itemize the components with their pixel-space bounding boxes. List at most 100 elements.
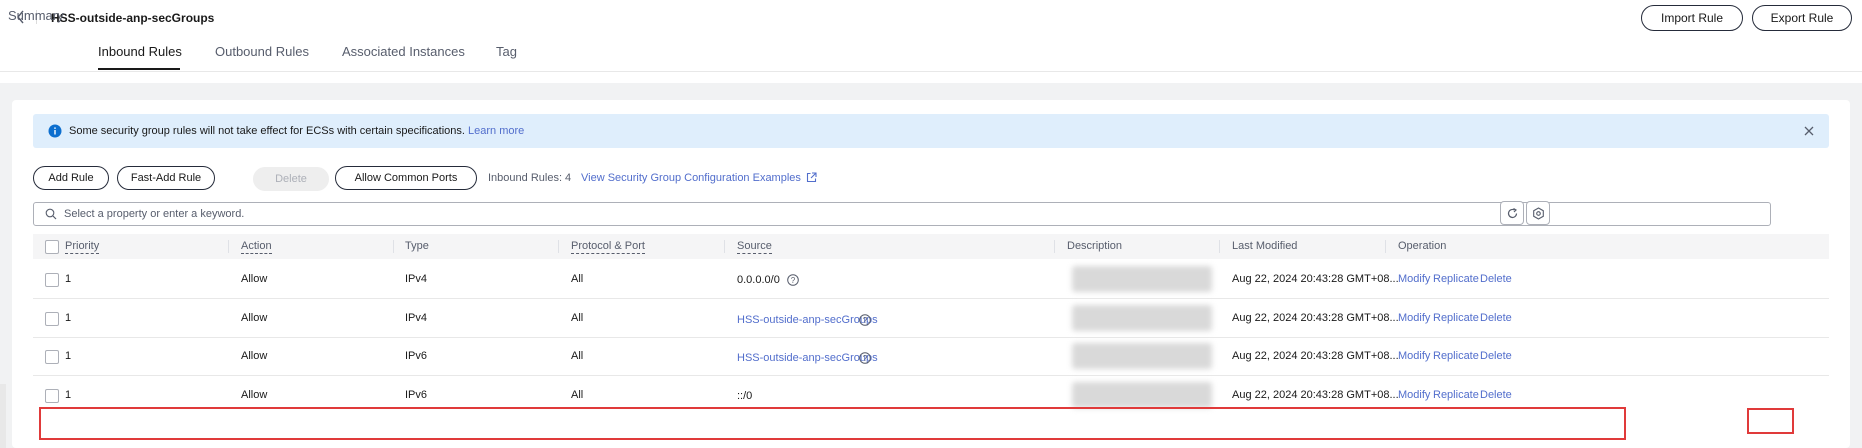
help-icon[interactable]: ? [787, 274, 799, 286]
protocol-cell: All [571, 273, 584, 285]
column-priority[interactable]: Priority [65, 240, 100, 254]
priority-cell: 1 [65, 273, 72, 285]
tab-inbound-rules[interactable]: Inbound Rules [98, 44, 182, 59]
column-type: Type [405, 240, 429, 252]
delete-link[interactable]: Delete [1480, 389, 1512, 401]
source-cell: ::/0 [737, 390, 753, 402]
import-rule-button[interactable]: Import Rule [1641, 5, 1743, 31]
active-tab-indicator [98, 68, 180, 70]
delete-link[interactable]: Delete [1480, 312, 1512, 324]
modify-link[interactable]: Modify [1398, 389, 1430, 401]
row-checkbox[interactable] [45, 350, 59, 364]
action-cell: Allow [241, 273, 268, 285]
rules-card: Some security group rules will not take … [12, 100, 1850, 448]
column-protocol-port[interactable]: Protocol & Port [571, 240, 645, 254]
column-separator [228, 240, 229, 253]
last-modified-cell: Aug 22, 2024 20:43:28 GMT+08... [1232, 273, 1399, 285]
last-modified-cell: Aug 22, 2024 20:43:28 GMT+08... [1232, 350, 1399, 362]
protocol-cell: All [571, 389, 584, 401]
column-action[interactable]: Action [241, 240, 272, 254]
tab-associated-instances[interactable]: Associated Instances [342, 44, 465, 59]
type-cell: IPv4 [405, 312, 428, 324]
table-header: Priority Action Type Protocol & Port Sou… [33, 234, 1829, 259]
row-checkbox[interactable] [45, 312, 59, 326]
column-last-modified: Last Modified [1232, 240, 1298, 252]
protocol-cell: All [571, 350, 584, 362]
column-description: Description [1067, 240, 1123, 252]
allow-common-ports-button[interactable]: Allow Common Ports [335, 166, 477, 190]
source-link[interactable]: HSS-outside-anp-secGroups [737, 314, 878, 326]
fast-add-rule-button[interactable]: Fast-Add Rule [117, 166, 215, 190]
table-row: 1 Allow IPv4 All 0.0.0.0/0 ? Aug 22, 202… [33, 260, 1829, 299]
source-link[interactable]: HSS-outside-anp-secGroups [737, 352, 878, 364]
type-cell: IPv6 [405, 350, 428, 362]
help-icon[interactable]: ? [859, 314, 871, 326]
replicate-link[interactable]: Replicate [1433, 389, 1479, 401]
svg-text:?: ? [863, 316, 868, 325]
table-row: 1 Allow IPv6 All ::/0 Aug 22, 2024 20:43… [33, 376, 1829, 414]
svg-text:?: ? [863, 354, 868, 363]
column-source[interactable]: Source [737, 240, 772, 254]
action-cell: Allow [241, 350, 268, 362]
tab-tag[interactable]: Tag [496, 44, 517, 59]
type-cell: IPv4 [405, 273, 428, 285]
table-row: 1 Allow IPv6 All HSS-outside-anp-secGrou… [33, 337, 1829, 376]
modify-link[interactable]: Modify [1398, 273, 1430, 285]
description-blurred [1072, 266, 1212, 292]
modify-link[interactable]: Modify [1398, 312, 1430, 324]
last-modified-cell: Aug 22, 2024 20:43:28 GMT+08... [1232, 389, 1399, 401]
learn-more-link[interactable]: Learn more [468, 125, 524, 137]
tab-summary[interactable]: Summary [8, 8, 64, 23]
notice-text: Some security group rules will not take … [69, 125, 524, 137]
description-blurred [1072, 382, 1212, 408]
refresh-button[interactable] [1500, 201, 1524, 225]
tab-outbound-rules[interactable]: Outbound Rules [215, 44, 309, 59]
left-edge-panel [0, 384, 6, 448]
action-cell: Allow [241, 312, 268, 324]
replicate-link[interactable]: Replicate [1433, 273, 1479, 285]
column-separator [1054, 240, 1055, 253]
description-blurred [1072, 305, 1212, 331]
priority-cell: 1 [65, 350, 72, 362]
priority-cell: 1 [65, 312, 72, 324]
refresh-icon [1507, 207, 1517, 218]
select-all-checkbox[interactable] [45, 240, 59, 254]
description-blurred [1072, 343, 1212, 369]
source-cell: 0.0.0.0/0 [737, 274, 780, 286]
modify-link[interactable]: Modify [1398, 350, 1430, 362]
add-rule-button[interactable]: Add Rule [33, 166, 109, 190]
row-checkbox[interactable] [45, 273, 59, 287]
row-checkbox[interactable] [45, 389, 59, 403]
column-separator [724, 240, 725, 253]
external-link-icon [806, 172, 817, 183]
page-title: HSS-outside-anp-secGroups [51, 11, 215, 25]
help-icon[interactable]: ? [859, 352, 871, 364]
column-separator [1219, 240, 1220, 253]
settings-button[interactable] [1526, 201, 1550, 225]
protocol-cell: All [571, 312, 584, 324]
replicate-link[interactable]: Replicate [1433, 312, 1479, 324]
examples-link[interactable]: View Security Group Configuration Exampl… [581, 172, 817, 184]
notice-message: Some security group rules will not take … [69, 125, 465, 137]
examples-link-text: View Security Group Configuration Exampl… [581, 172, 801, 184]
rules-count: Inbound Rules: 4 [488, 172, 572, 184]
close-icon [1804, 126, 1814, 136]
column-separator [558, 240, 559, 253]
delete-button[interactable]: Delete [253, 167, 329, 191]
info-icon [48, 124, 62, 138]
close-notice-button[interactable] [1801, 123, 1817, 139]
last-modified-cell: Aug 22, 2024 20:43:28 GMT+08... [1232, 312, 1399, 324]
type-cell: IPv6 [405, 389, 428, 401]
column-separator [393, 240, 394, 253]
svg-text:?: ? [791, 276, 796, 285]
replicate-link[interactable]: Replicate [1433, 350, 1479, 362]
table-row: 1 Allow IPv4 All HSS-outside-anp-secGrou… [33, 299, 1829, 338]
export-rule-button[interactable]: Export Rule [1752, 5, 1852, 31]
priority-cell: 1 [65, 389, 72, 401]
column-operation: Operation [1398, 240, 1447, 252]
column-separator [1385, 240, 1386, 253]
delete-link[interactable]: Delete [1480, 350, 1512, 362]
action-cell: Allow [241, 389, 268, 401]
delete-link[interactable]: Delete [1480, 273, 1512, 285]
settings-icon [1532, 206, 1544, 220]
